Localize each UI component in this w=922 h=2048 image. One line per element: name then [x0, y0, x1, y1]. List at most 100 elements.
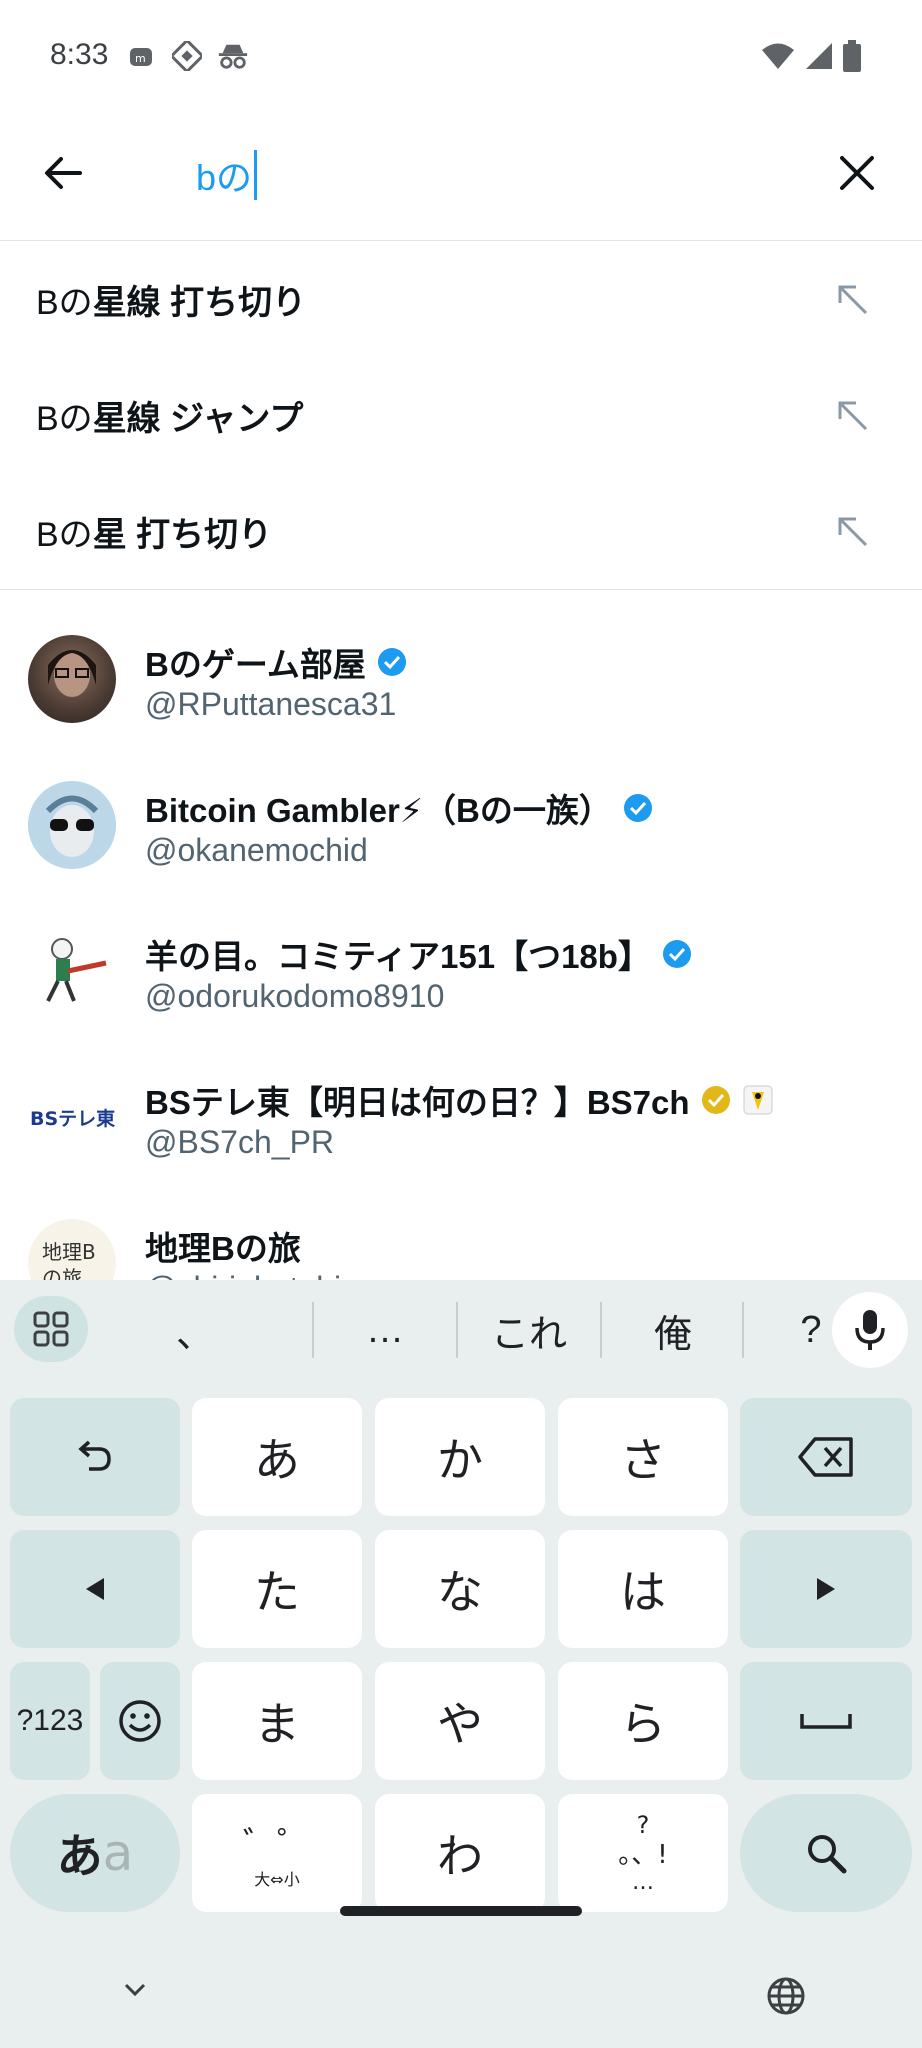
status-system-icons	[760, 40, 862, 72]
chevron-down-icon[interactable]	[120, 1975, 150, 2005]
microphone-icon	[855, 1310, 885, 1350]
search-input[interactable]: bの	[196, 145, 816, 205]
user-handle: @odorukodomo8910	[145, 978, 445, 1014]
status-time: 8:33	[50, 38, 109, 71]
kana-key-sa[interactable]: さ	[558, 1398, 728, 1516]
undo-icon	[78, 1440, 111, 1471]
user-display-name: 地理Bの旅	[145, 1230, 301, 1267]
user-display-name: 羊の目。コミティア151【つ18b】	[145, 938, 651, 975]
search-query: bの	[196, 157, 253, 198]
user-handle: @RPuttanesca31	[145, 686, 397, 722]
user-name: Bのゲーム部屋	[145, 638, 408, 686]
svg-text:地理B: 地理B	[42, 1240, 96, 1264]
avatar	[28, 781, 116, 869]
kana-key-na[interactable]: な	[375, 1530, 545, 1648]
kana-key-a[interactable]: あ	[192, 1398, 362, 1516]
search-submit-key[interactable]	[740, 1794, 912, 1912]
notification-icon: m	[125, 40, 157, 72]
suggestion-item[interactable]: Bの星線 打ち切り	[0, 241, 922, 357]
backspace-key[interactable]	[740, 1398, 912, 1516]
kana-key-ra[interactable]: ら	[558, 1662, 728, 1780]
candidate-divider	[742, 1302, 744, 1358]
clear-search-button[interactable]	[832, 148, 882, 198]
mode-label-kana: あ	[56, 1829, 103, 1883]
user-name: 羊の目。コミティア151【つ18b】	[145, 930, 693, 978]
suggestion-item[interactable]: Bの星線 ジャンプ	[0, 357, 922, 473]
kana-key-ya[interactable]: や	[375, 1662, 545, 1780]
user-name: 地理Bの旅	[145, 1222, 301, 1270]
battery-icon	[843, 40, 861, 72]
punctuation-key[interactable]: ? 。、! …	[558, 1794, 728, 1912]
candidate-item[interactable]: 俺	[602, 1300, 744, 1360]
triangle-left-icon	[86, 1578, 104, 1600]
wifi-icon	[762, 43, 794, 69]
avatar	[28, 635, 116, 723]
fill-query-arrow-icon[interactable]	[834, 397, 870, 433]
backspace-icon	[798, 1437, 853, 1477]
status-notification-icons: m	[125, 40, 249, 72]
fill-query-arrow-icon[interactable]	[834, 513, 870, 549]
fill-query-arrow-icon[interactable]	[834, 281, 870, 317]
user-handle: @okanemochid	[145, 832, 368, 868]
suggestion-text: Bの星線 ジャンプ	[36, 391, 303, 440]
verified-badge-icon	[377, 648, 406, 676]
svg-text:の旅: の旅	[42, 1266, 82, 1280]
cursor-left-key[interactable]	[10, 1530, 180, 1648]
gesture-nav-handle[interactable]	[340, 1906, 582, 1916]
space-icon	[800, 1714, 852, 1729]
user-row[interactable]: BSテレ東 BSテレ東【明日は何の日？】BS7ch @BS7ch_PR	[0, 1038, 922, 1184]
candidate-item[interactable]: これ	[458, 1300, 600, 1360]
undo-key[interactable]	[10, 1398, 180, 1516]
user-display-name: Bのゲーム部屋	[145, 646, 366, 683]
user-display-name: Bitcoin Gambler⚡（Bの一族）	[145, 792, 612, 829]
avatar	[28, 927, 116, 1015]
suggestion-text: Bの星線 打ち切り	[36, 275, 306, 324]
search-icon	[808, 1835, 847, 1874]
smiley-icon	[119, 1700, 161, 1742]
kana-key-ma[interactable]: ま	[192, 1662, 362, 1780]
cursor-right-key[interactable]	[740, 1530, 912, 1648]
user-row[interactable]: 羊の目。コミティア151【つ18b】 @odorukodomo8910	[0, 892, 922, 1038]
user-name: BSテレ東【明日は何の日？】BS7ch	[145, 1076, 774, 1124]
user-row[interactable]: Bのゲーム部屋 @RPuttanesca31	[0, 600, 922, 746]
space-key[interactable]	[740, 1662, 912, 1780]
kana-key-ka[interactable]: か	[375, 1398, 545, 1516]
verified-badge-icon	[662, 940, 691, 968]
kana-key-ha[interactable]: は	[558, 1530, 728, 1648]
suggestion-prefix: Bの	[36, 515, 93, 554]
search-suggestions: Bの星線 打ち切り Bの星線 ジャンプ Bの星 打ち切り	[0, 241, 922, 590]
suggestion-rest: 星線 打ち切り	[92, 283, 307, 322]
cell-signal-icon	[806, 43, 832, 69]
emoji-key[interactable]	[100, 1662, 180, 1780]
dakuten-key[interactable]: ゛゜ 大⇔小	[192, 1794, 362, 1912]
suggestion-prefix: Bの	[36, 399, 93, 438]
candidate-item[interactable]: 、	[120, 1300, 270, 1360]
suggestion-rest: 星 打ち切り	[92, 515, 273, 554]
globe-icon[interactable]	[766, 1976, 806, 2016]
avatar: BSテレ東	[28, 1073, 116, 1161]
svg-text:m: m	[135, 52, 146, 65]
input-mode-key[interactable]: あa	[10, 1794, 180, 1912]
user-display-name: BSテレ東【明日は何の日？】BS7ch	[145, 1084, 690, 1121]
suggestion-text: Bの星 打ち切り	[36, 507, 272, 556]
voice-input-button[interactable]	[832, 1292, 908, 1368]
symbols-key[interactable]: ?123	[10, 1662, 90, 1780]
user-row[interactable]: 地理Bの旅 地理Bの旅 @chiri_b_tabi	[0, 1184, 922, 1280]
close-icon	[840, 156, 874, 190]
text-caret	[254, 150, 258, 200]
punct-mid-label: 。、!	[618, 1840, 668, 1870]
suggestion-prefix: Bの	[36, 283, 93, 322]
back-button[interactable]	[38, 148, 88, 198]
keyboard-candidate-bar: 、 … これ 俺 ?	[0, 1280, 922, 1380]
verified-gold-badge-icon	[701, 1086, 730, 1114]
kana-key-ta[interactable]: た	[192, 1530, 362, 1648]
affiliate-badge-icon	[743, 1085, 773, 1115]
user-name: Bitcoin Gambler⚡（Bの一族）	[145, 784, 654, 832]
suggestion-item[interactable]: Bの星 打ち切り	[0, 473, 922, 589]
candidate-item[interactable]: …	[314, 1300, 456, 1360]
kana-key-wa[interactable]: わ	[375, 1794, 545, 1912]
svg-text:BSテレ東: BSテレ東	[30, 1107, 115, 1130]
user-handle: @BS7ch_PR	[145, 1124, 335, 1160]
keyboard-menu-button[interactable]	[14, 1296, 88, 1362]
user-row[interactable]: Bitcoin Gambler⚡（Bの一族） @okanemochid	[0, 746, 922, 892]
